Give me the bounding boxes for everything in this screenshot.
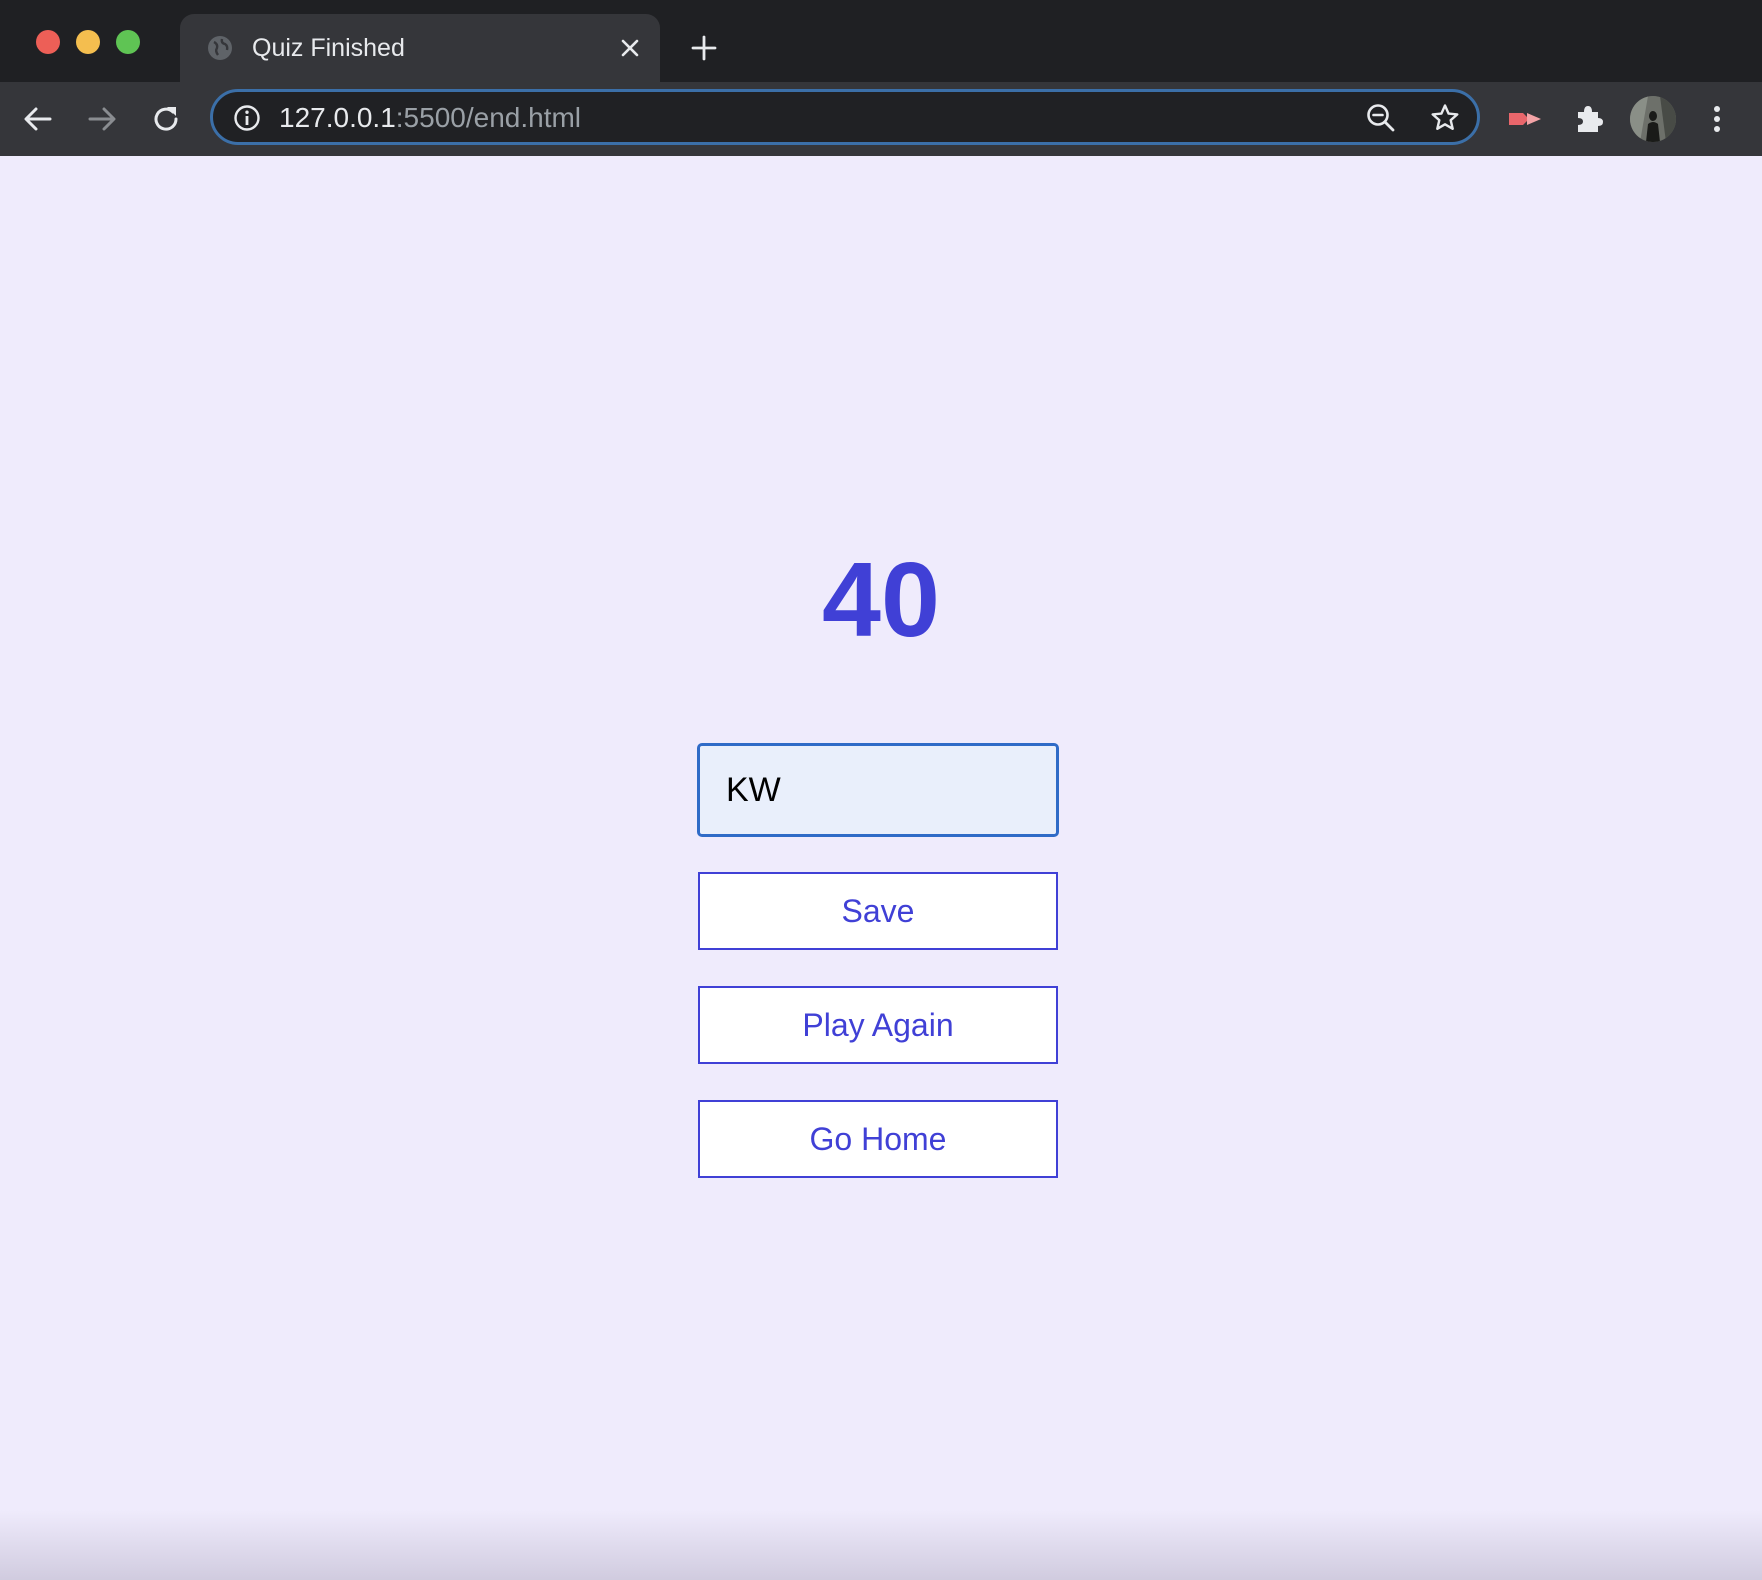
- back-arrow-icon[interactable]: [15, 96, 61, 142]
- bookmark-star-icon[interactable]: [1429, 102, 1461, 134]
- url-path: :5500/end.html: [395, 102, 582, 133]
- save-button[interactable]: Save: [698, 872, 1058, 950]
- extensions-puzzle-icon[interactable]: [1566, 96, 1612, 142]
- tab-title: Quiz Finished: [252, 34, 405, 62]
- close-window-button[interactable]: [36, 30, 60, 54]
- profile-avatar[interactable]: [1630, 96, 1676, 142]
- page-viewport: 40 Save Play Again Go Home: [0, 156, 1762, 1580]
- new-tab-plus-icon[interactable]: [686, 30, 722, 66]
- tab-quiz-finished[interactable]: Quiz Finished: [180, 14, 660, 82]
- site-info-icon[interactable]: [233, 104, 261, 132]
- address-bar[interactable]: 127.0.0.1:5500/end.html: [210, 89, 1480, 145]
- play-again-button[interactable]: Play Again: [698, 986, 1058, 1064]
- forward-arrow-icon[interactable]: [79, 96, 125, 142]
- extension-video-icon[interactable]: [1502, 96, 1548, 142]
- tab-strip: Quiz Finished: [0, 0, 1762, 82]
- browser-chrome: Quiz Finished 127.0.0.1:5500/end.html: [0, 0, 1762, 156]
- go-home-button[interactable]: Go Home: [698, 1100, 1058, 1178]
- close-icon[interactable]: [614, 32, 646, 64]
- minimize-window-button[interactable]: [76, 30, 100, 54]
- zoom-out-icon[interactable]: [1365, 102, 1397, 134]
- final-score: 40: [822, 541, 940, 659]
- url-host: 127.0.0.1: [279, 102, 396, 133]
- maximize-window-button[interactable]: [116, 30, 140, 54]
- bottom-shadow: [0, 1510, 1762, 1580]
- reload-icon[interactable]: [143, 96, 189, 142]
- url-text: 127.0.0.1:5500/end.html: [279, 102, 581, 134]
- more-menu-icon[interactable]: [1694, 96, 1740, 142]
- globe-icon: [206, 34, 234, 62]
- browser-toolbar: 127.0.0.1:5500/end.html: [0, 82, 1762, 156]
- username-input[interactable]: [697, 743, 1059, 837]
